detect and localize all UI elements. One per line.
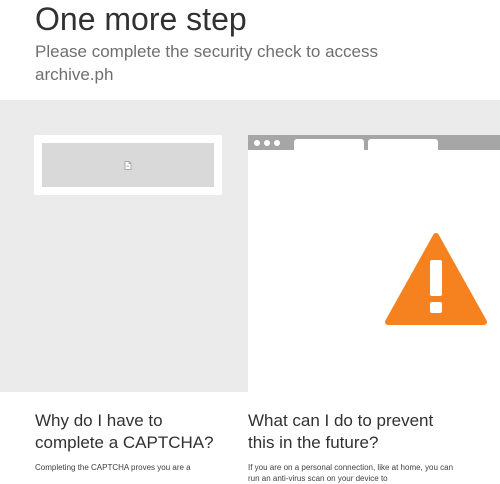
window-dot — [274, 140, 280, 146]
captcha-widget[interactable] — [34, 135, 222, 195]
warning-triangle-icon — [385, 233, 487, 325]
page-title: One more step — [35, 1, 247, 37]
browser-tab — [294, 139, 364, 150]
browser-illustration — [248, 135, 500, 392]
window-dot — [264, 140, 270, 146]
window-dot — [254, 140, 260, 146]
faq-prevent-future: What can I do to prevent this in the fut… — [248, 410, 458, 484]
faq-body: If you are on a personal connection, lik… — [248, 463, 454, 483]
security-check-band — [0, 100, 500, 392]
browser-title-bar — [248, 135, 500, 150]
faq-why-captcha: Why do I have to complete a CAPTCHA? Com… — [35, 410, 235, 473]
page-subtitle: Please complete the security check to ac… — [35, 42, 378, 84]
broken-image-icon — [124, 160, 132, 170]
faq-heading: Why do I have to complete a CAPTCHA? — [35, 411, 214, 452]
faq-body: Completing the CAPTCHA proves you are a — [35, 463, 191, 472]
browser-tab — [368, 139, 438, 150]
faq-heading: What can I do to prevent this in the fut… — [248, 411, 434, 452]
browser-content — [248, 150, 500, 392]
page-header: One more step Please complete the securi… — [0, 0, 500, 100]
captcha-placeholder[interactable] — [42, 143, 214, 187]
